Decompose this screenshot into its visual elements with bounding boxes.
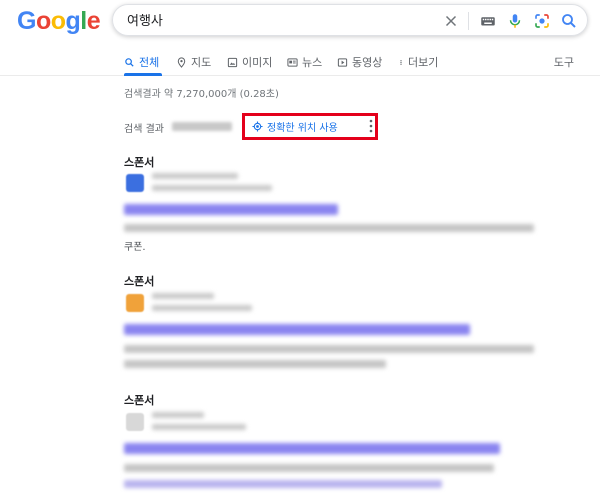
ad-site-name[interactable] bbox=[152, 173, 238, 179]
tab-news[interactable]: 뉴스 bbox=[287, 52, 322, 72]
site-favicon[interactable] bbox=[126, 174, 144, 192]
ad-description bbox=[124, 224, 534, 232]
location-value-blurred bbox=[172, 122, 232, 131]
microphone-icon[interactable] bbox=[506, 12, 524, 30]
ad-description bbox=[124, 345, 534, 353]
location-label: 검색 결과 bbox=[124, 124, 164, 135]
ad-title-link[interactable] bbox=[124, 324, 470, 335]
tools-button[interactable]: 도구 bbox=[554, 52, 574, 72]
search-tabs: 전체 지도 이미지 뉴스 동영상 더보기 도구 bbox=[0, 48, 600, 76]
camera-lens-icon[interactable] bbox=[533, 12, 551, 30]
map-pin-icon bbox=[177, 56, 186, 68]
sponsor-label: 스폰서 bbox=[124, 394, 155, 407]
header: Google bbox=[0, 0, 600, 44]
tab-label: 이미지 bbox=[242, 56, 273, 69]
sponsored-result-2: 스폰서 bbox=[124, 273, 534, 373]
search-divider bbox=[468, 12, 469, 30]
ad-title-link[interactable] bbox=[124, 204, 338, 215]
news-icon bbox=[287, 57, 298, 67]
tab-images[interactable]: 이미지 bbox=[227, 52, 272, 72]
ad-description-tail: 쿠폰. bbox=[124, 242, 146, 253]
precise-location-button[interactable]: 정확한 위치 사용 bbox=[252, 117, 338, 135]
tab-all[interactable]: 전체 bbox=[124, 52, 159, 72]
ad-sitelinks[interactable] bbox=[124, 480, 442, 488]
image-icon bbox=[227, 57, 238, 67]
ad-url[interactable] bbox=[152, 185, 272, 191]
more-options-icon[interactable] bbox=[368, 119, 374, 133]
search-icon bbox=[125, 57, 134, 67]
google-logo[interactable]: Google bbox=[17, 7, 101, 36]
sponsored-result-1: 스폰서 쿠폰. bbox=[124, 154, 534, 254]
tab-videos[interactable]: 동영상 bbox=[337, 52, 382, 72]
sponsored-result-3: 스폰서 bbox=[124, 392, 534, 497]
tab-label: 더보기 bbox=[408, 56, 439, 69]
tab-label: 지도 bbox=[191, 56, 212, 69]
site-favicon[interactable] bbox=[126, 413, 144, 431]
tab-maps[interactable]: 지도 bbox=[176, 52, 211, 72]
tab-more[interactable]: 더보기 bbox=[398, 52, 438, 72]
result-stats: 검색결과 약 7,270,000개 (0.28초) bbox=[124, 89, 279, 100]
crosshair-location-icon bbox=[252, 120, 263, 132]
tab-label: 동영상 bbox=[352, 56, 383, 69]
ad-description-line-2 bbox=[124, 360, 386, 368]
ad-url[interactable] bbox=[152, 424, 246, 430]
search-input[interactable] bbox=[127, 12, 427, 27]
keyboard-icon[interactable] bbox=[479, 12, 497, 30]
sponsor-label: 스폰서 bbox=[124, 275, 155, 288]
sponsor-label: 스폰서 bbox=[124, 156, 155, 169]
tab-label: 전체 bbox=[139, 56, 160, 69]
search-icon[interactable] bbox=[560, 12, 578, 30]
precise-location-label: 정확한 위치 사용 bbox=[267, 122, 338, 134]
site-favicon[interactable] bbox=[126, 294, 144, 312]
search-box[interactable] bbox=[112, 4, 588, 36]
more-vert-icon bbox=[400, 59, 402, 65]
active-tab-indicator bbox=[124, 73, 162, 76]
ad-description bbox=[124, 464, 494, 472]
ad-title-link[interactable] bbox=[124, 443, 500, 454]
close-icon[interactable] bbox=[442, 12, 460, 30]
ad-site-name[interactable] bbox=[152, 293, 214, 299]
ad-site-name[interactable] bbox=[152, 412, 204, 418]
ad-url[interactable] bbox=[152, 305, 252, 311]
play-icon bbox=[337, 57, 348, 67]
tab-label: 뉴스 bbox=[302, 56, 323, 69]
